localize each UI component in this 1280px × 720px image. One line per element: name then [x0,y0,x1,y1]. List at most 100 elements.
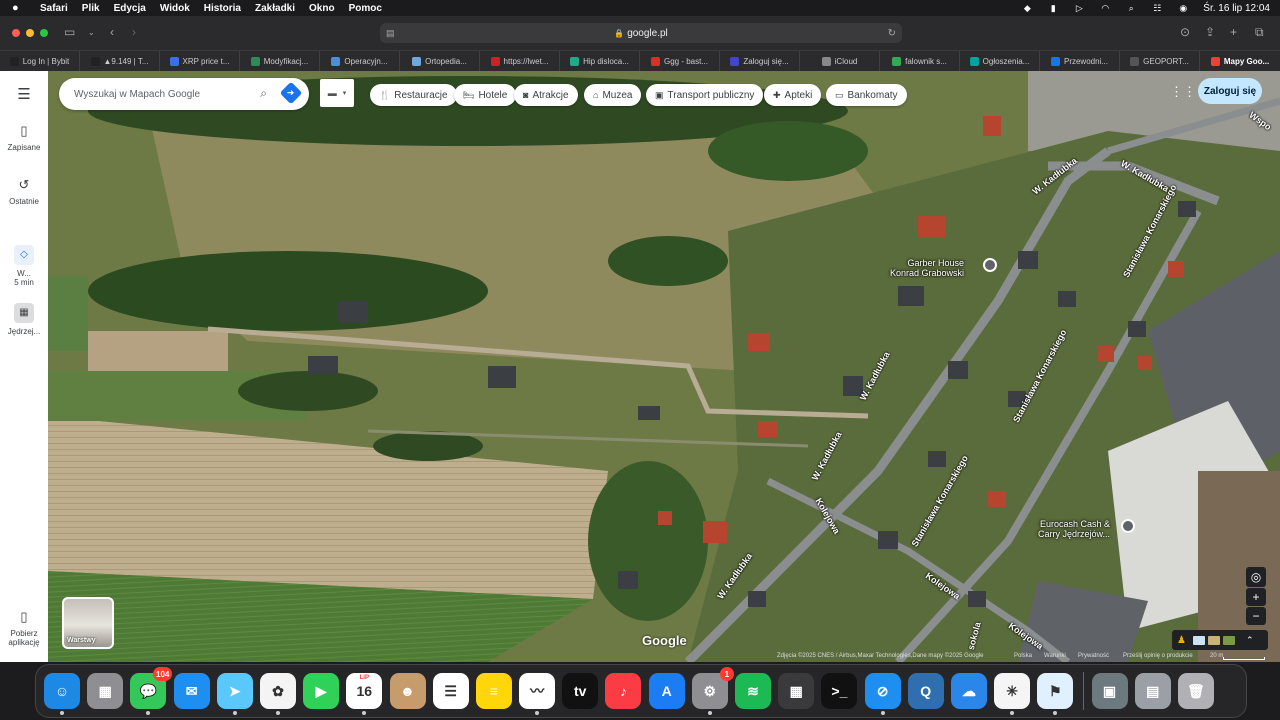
favorite-bookmark[interactable]: Operacyjn... [320,50,400,72]
favorite-bookmark[interactable]: falownik s... [880,50,960,72]
chip-hotels[interactable]: 🛏 Hotele [454,84,517,106]
menu-app-name[interactable]: Safari [40,3,68,14]
terrain-thumb-icon[interactable] [1207,635,1220,645]
page-settings-icon[interactable]: ▤ [386,28,395,39]
menu-item-help[interactable]: Pomoc [349,3,382,14]
dock-maps-icon[interactable]: ➤ [216,673,253,715]
recent-place-item[interactable]: ▦ Jędrzej... [0,303,48,336]
dock-messages-icon[interactable]: 💬 104 [130,667,173,715]
favorite-bookmark[interactable]: Log In | Bybit [0,50,80,72]
menu-button[interactable]: ☰ [0,85,48,107]
favorite-bookmark[interactable]: Mapy Goo... [1200,51,1280,72]
dock-vpn-icon[interactable]: ⚑ [1037,673,1074,715]
favorite-bookmark[interactable]: Zaloguj się... [720,50,800,72]
chip-atms[interactable]: ▭ Bankomaty [826,84,907,106]
zoom-in-button[interactable]: + [1246,588,1266,606]
dock-freeform-icon[interactable]: 〰 [519,673,556,715]
map-thumb-icon[interactable] [1192,635,1205,645]
poi-pin-icon[interactable] [1121,519,1135,533]
dock-photos-icon[interactable]: ✿ [259,673,296,715]
reload-icon[interactable]: ↻ [888,28,896,39]
chevron-down-icon[interactable]: ⌄ [88,28,95,37]
chevron-up-icon[interactable]: ⌃ [1246,635,1254,646]
forward-icon[interactable]: › [132,25,136,39]
siri-icon[interactable]: ◉ [1177,3,1189,13]
back-icon[interactable]: ‹ [110,25,114,39]
chip-transit[interactable]: ▣ Transport publiczny [646,84,764,106]
favorite-bookmark[interactable]: Ggg - bast... [640,50,720,72]
vpn-status-icon[interactable]: ◆ [1021,3,1033,13]
chip-museums[interactable]: ⌂ Muzea [584,84,642,106]
spotlight-search-icon[interactable]: ⌕ [1125,3,1137,13]
favorite-bookmark[interactable]: Modyfikacj... [240,50,320,72]
feedback-link[interactable]: Prześlij opinię o produkcie [1123,653,1193,659]
tab-overview-icon[interactable]: ⧉ [1255,25,1264,40]
google-apps-icon[interactable]: ⋮⋮ [1170,84,1196,100]
dock-facetime-icon[interactable]: ▶ [303,673,340,709]
dock-trash-icon[interactable]: 🗑 [1177,673,1214,709]
sign-in-button[interactable]: Zaloguj się [1198,78,1262,104]
favorite-bookmark[interactable]: Przewodni... [1040,50,1120,72]
favorite-bookmark[interactable]: Hip disloca... [560,50,640,72]
dock-calendar-icon[interactable]: LIP 16 [346,673,383,715]
pegman-icon[interactable]: ♟ [1177,635,1186,646]
menu-clock[interactable]: Śr. 16 lip 12:04 [1203,3,1270,14]
dock-pinwheel-icon[interactable]: ✳ [994,673,1031,715]
privacy-link[interactable]: Prywatność [1078,653,1109,659]
share-icon[interactable]: ⇪ [1205,25,1215,39]
map-canvas[interactable]: Wyszukaj w Mapach Google ⌕ ➜ ▬ ▾ 🍴 Restau… [48,71,1280,662]
favorite-bookmark[interactable]: ▲9.149 | T... [80,50,160,72]
input-tools-button[interactable]: ▬ ▾ [320,79,354,107]
dock-music-icon[interactable]: ♪ [605,673,642,709]
window-minimize-button[interactable] [26,29,34,37]
control-center-icon[interactable]: ☷ [1151,3,1163,13]
get-app-button[interactable]: ▯ Pobierz aplikację [0,609,48,647]
battery-app-icon[interactable]: ▮ [1047,3,1059,13]
address-bar[interactable]: ▤ 🔒 google.pl ↻ [380,23,902,43]
favorite-bookmark[interactable]: Ortopedia... [400,50,480,72]
poi-label[interactable]: Garber House Konrad Grabowski [890,258,964,278]
dock-tv-icon[interactable]: tv [562,673,599,709]
satellite-thumb-icon[interactable] [1222,635,1235,645]
dock-downloads-icon[interactable]: ▣ [1091,673,1128,709]
dock-spotify-icon[interactable]: ≋ [735,673,771,709]
menu-item-bookmarks[interactable]: Zakładki [255,3,295,14]
wifi-icon[interactable]: ◠ [1099,3,1111,13]
poi-pin-icon[interactable] [983,258,997,272]
directions-icon[interactable]: ➜ [279,81,303,105]
dock-quicktime-icon[interactable]: Q [907,673,944,709]
search-icon[interactable]: ⌕ [260,86,267,101]
chip-attractions[interactable]: ◙ Atrakcje [514,84,578,106]
dock-system-settings-icon[interactable]: ⚙ 1 [691,667,734,715]
terms-link[interactable]: Warunki [1044,653,1066,659]
play-icon[interactable]: ▷ [1073,3,1085,13]
menu-item-edit[interactable]: Edycja [114,3,146,14]
dock-notes-icon[interactable]: ≡ [475,673,512,709]
favorite-bookmark[interactable]: https://lwet... [480,50,560,72]
poi-label[interactable]: Eurocash Cash & Carry Jędrzejów... [1038,519,1110,539]
search-input[interactable]: Wyszukaj w Mapach Google [74,89,200,100]
zoom-out-button[interactable]: − [1246,607,1266,625]
recent-button[interactable]: ↺ Ostatnie [0,177,48,206]
dock-calculator-icon[interactable]: ▦ [778,673,815,709]
chip-restaurants[interactable]: 🍴 Restauracje [370,84,457,106]
search-box[interactable]: Wyszukaj w Mapach Google ⌕ ➜ [59,78,309,110]
scale-label[interactable]: 20 m [1210,653,1223,659]
new-tab-icon[interactable]: + [1230,25,1237,39]
dock-mail-icon[interactable]: ✉ [173,673,210,709]
favorite-bookmark[interactable]: iCloud [800,50,880,72]
window-close-button[interactable] [12,29,20,37]
dock-safari-icon[interactable]: ⊘ [864,673,901,715]
saved-button[interactable]: ▯ Zapisane [0,123,48,152]
dock-finder-icon[interactable]: ☺ [44,673,80,715]
my-location-button[interactable]: ◎ [1246,567,1266,587]
dock-terminal-icon[interactable]: >_ [821,673,858,709]
dock-launchpad-icon[interactable]: ▦ [87,673,124,709]
menu-item-view[interactable]: Widok [160,3,190,14]
map-type-strip[interactable]: ♟ ⌃ [1172,630,1268,650]
favorite-bookmark[interactable]: XRP price t... [160,50,240,72]
dock-app-store-icon[interactable]: A [648,673,685,709]
dock-reminders-icon[interactable]: ☰ [432,673,469,709]
menu-item-file[interactable]: Plik [82,3,100,14]
favorite-bookmark[interactable]: Ogłoszenia... [960,50,1040,72]
